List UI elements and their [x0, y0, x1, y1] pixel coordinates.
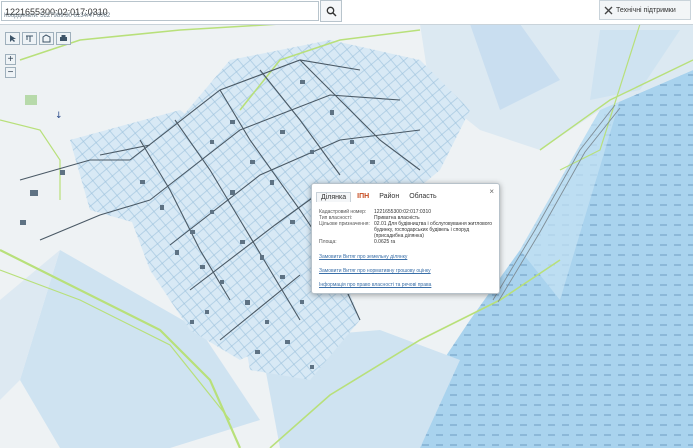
print-tool-button[interactable]: [56, 32, 71, 45]
zoom-control: + −: [5, 54, 16, 80]
printer-icon: [60, 35, 67, 41]
coordinates-readout: Координати: 5227989.80 6134/47 6062: [4, 13, 111, 19]
tab-region[interactable]: Область: [405, 192, 440, 202]
ownership-info-link[interactable]: Інформація про право власності та речові…: [319, 282, 494, 288]
search-icon: [326, 6, 336, 16]
detail-key: Цільове призначення:: [319, 221, 370, 227]
cursor-icon: [10, 35, 16, 42]
area-tool-button[interactable]: [39, 32, 54, 45]
map-toolbar: [5, 32, 71, 45]
pan-tool-button[interactable]: [5, 32, 20, 45]
detail-key: Площа:: [319, 239, 337, 245]
detail-row-area: Площа: 0.0625 га: [319, 239, 494, 245]
tab-parcel[interactable]: Ділянка: [316, 192, 352, 202]
detail-value: 0.0625 га: [374, 239, 396, 245]
detail-row-purpose: Цільове призначення: 02.01 Для будівницт…: [319, 221, 494, 239]
zoom-out-button[interactable]: −: [5, 67, 16, 78]
technical-support-button[interactable]: Технічні підтримки: [599, 0, 691, 20]
zoom-in-button[interactable]: +: [5, 54, 16, 65]
close-icon[interactable]: ×: [489, 187, 494, 196]
tab-district[interactable]: Район: [375, 192, 403, 202]
detail-value: 02.01 Для будівництва і обслуговування ж…: [374, 221, 493, 239]
measure-tool-button[interactable]: [22, 32, 37, 45]
shape-icon: [42, 34, 51, 43]
svg-text:↓: ↓: [55, 111, 63, 121]
popup-tabs: Ділянка ІПН Район Область: [316, 192, 443, 202]
technical-support-label: Технічні підтримки: [616, 6, 676, 14]
search-button[interactable]: [320, 0, 342, 22]
parcel-details: Кадастровий номер: 1221655300:02:017:031…: [319, 209, 494, 288]
ruler-icon: [26, 35, 33, 42]
parcel-info-popup: Ділянка ІПН Район Область × Кадастровий …: [311, 183, 500, 294]
tools-icon: [604, 6, 613, 14]
tab-ipn[interactable]: ІПН: [353, 192, 373, 202]
